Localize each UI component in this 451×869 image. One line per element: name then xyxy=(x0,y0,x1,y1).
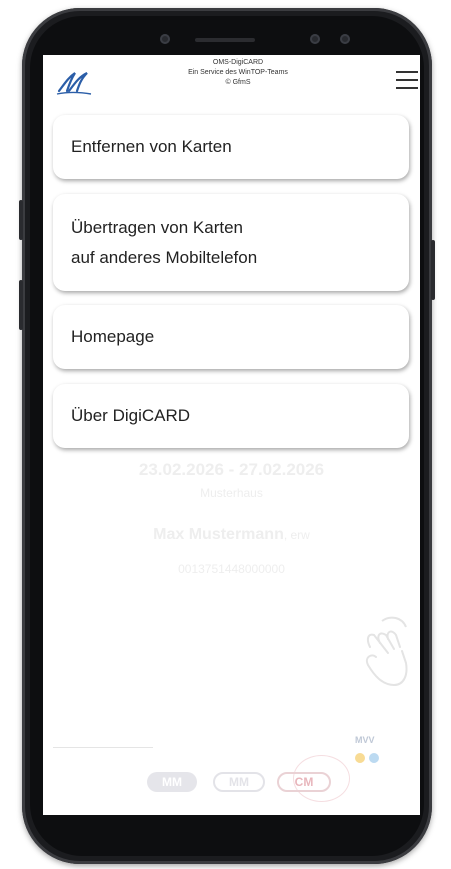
footer-divider xyxy=(53,747,153,748)
app-header: OMS-DigiCARD Ein Service des WinTOP-Team… xyxy=(43,55,420,107)
menu-item-remove-cards[interactable]: Entfernen von Karten xyxy=(53,115,409,179)
card-details: 23.02.2026 - 27.02.2026 Musterhaus Max M… xyxy=(43,450,420,576)
sensor-icon xyxy=(310,34,320,44)
zone-dot-yellow-icon xyxy=(355,753,365,763)
card-holder-suffix: , erw xyxy=(283,528,310,542)
menu-item-label: Entfernen von Karten xyxy=(71,137,232,156)
app-header-text: OMS-DigiCARD Ein Service des WinTOP-Team… xyxy=(128,58,348,88)
mvv-logo-text: MVV xyxy=(355,735,375,745)
menu-item-label: Homepage xyxy=(71,327,155,346)
card-holder: Max Mustermann, erw xyxy=(43,526,420,544)
menu-item-transfer-cards[interactable]: Übertragen von Karten auf anderes Mobilt… xyxy=(53,194,409,291)
side-button-left-bottom xyxy=(19,280,23,330)
badge-mm-filled: MM xyxy=(147,772,197,792)
card-number: 0013751448000000 xyxy=(178,562,285,576)
zone-dot-blue-icon xyxy=(369,753,379,763)
menu-item-label: Über DigiCARD xyxy=(71,406,191,425)
swipe-hand-icon xyxy=(366,616,408,687)
hamburger-menu-icon[interactable] xyxy=(396,71,418,89)
header-subtitle: Ein Service des WinTOP-Teams xyxy=(188,69,288,76)
header-copyright: © GfmS xyxy=(225,79,251,86)
badge-mm-outline: MM xyxy=(213,772,265,792)
card-holder-name: Max Mustermann xyxy=(153,526,284,543)
sensor-icon-2 xyxy=(340,34,350,44)
menu-item-label-line2: auf anderes Mobiltelefon xyxy=(71,247,258,267)
menu-item-homepage[interactable]: Homepage xyxy=(53,305,409,369)
mvv-logo: MVV xyxy=(355,735,403,805)
mvv-zone-icons xyxy=(355,753,403,763)
front-camera-icon xyxy=(160,34,170,44)
earpiece-speaker xyxy=(195,38,255,42)
birds-logo-icon xyxy=(56,72,92,95)
menu-item-label-group: Übertragen von Karten auf anderes Mobilt… xyxy=(71,218,257,268)
header-title: OMS-DigiCARD xyxy=(212,59,264,66)
menu-item-label-line1: Übertragen von Karten xyxy=(71,217,243,237)
card-date-range: 23.02.2026 - 27.02.2026 xyxy=(138,460,325,479)
card-location: Musterhaus xyxy=(200,486,263,500)
menu-item-about-digicard[interactable]: Über DigiCARD xyxy=(53,384,409,448)
app-screen: OMS-DigiCARD Ein Service des WinTOP-Team… xyxy=(43,55,420,815)
side-button-left-top xyxy=(19,200,23,240)
badge-cm-outline: CM xyxy=(277,772,331,792)
side-button-right xyxy=(431,240,435,300)
